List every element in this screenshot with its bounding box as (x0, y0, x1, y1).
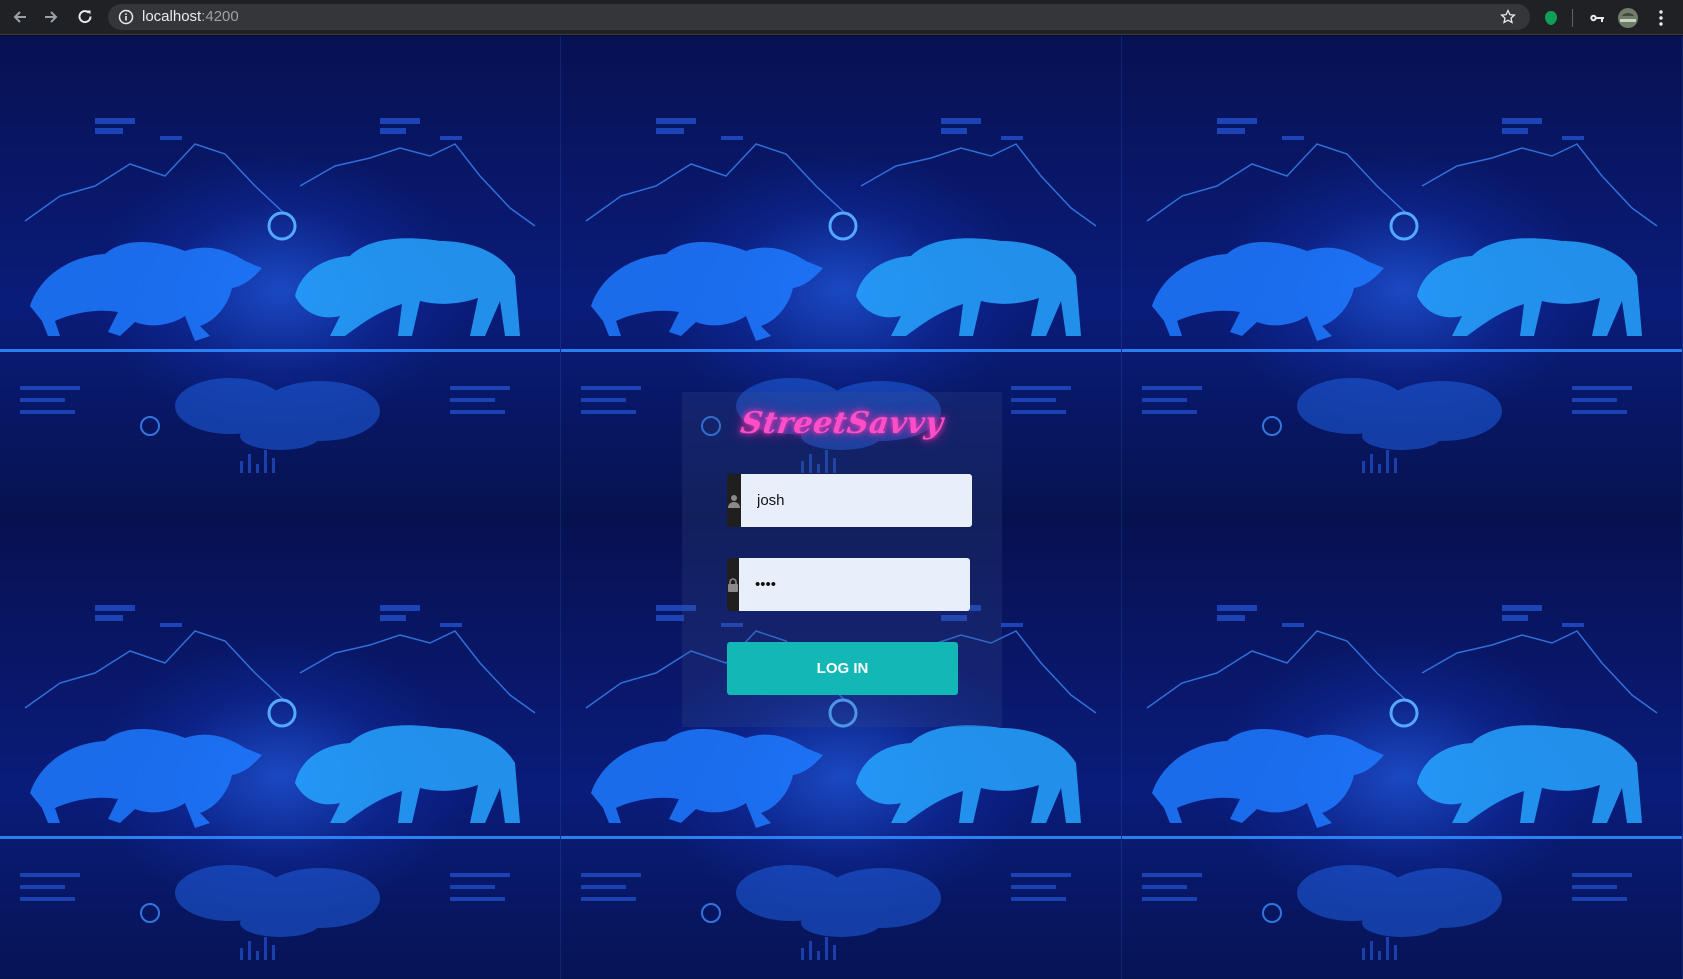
bull-bear-artwork (1122, 605, 1682, 960)
site-info-icon[interactable] (118, 9, 134, 25)
user-icon (728, 494, 740, 508)
bull-bear-artwork (0, 118, 560, 473)
bull-bear-artwork (0, 605, 560, 960)
app-logo: StreetSavvy (738, 406, 946, 441)
back-button[interactable] (9, 6, 31, 28)
profile-avatar-icon (1618, 8, 1638, 28)
forward-arrow-icon (45, 11, 58, 23)
url-port: :4200 (201, 8, 239, 25)
background-tile (1122, 523, 1683, 979)
lock-icon (728, 577, 738, 592)
login-page: StreetSavvy LOG IN (0, 36, 1683, 979)
toolbar-divider (1572, 9, 1573, 27)
kebab-menu-icon (1659, 10, 1663, 26)
login-panel: StreetSavvy LOG IN (682, 392, 1002, 727)
password-icon-box (727, 558, 739, 611)
back-arrow-icon (13, 11, 26, 23)
login-button[interactable]: LOG IN (727, 642, 958, 695)
background-tile (0, 36, 561, 523)
star-icon[interactable] (1500, 9, 1516, 25)
extension-button[interactable] (1540, 7, 1562, 29)
background-tile (0, 523, 561, 979)
url-text[interactable]: localhost:4200 (142, 4, 239, 30)
password-manager-button[interactable] (1586, 7, 1608, 29)
password-input[interactable] (739, 558, 970, 611)
browser-toolbar: localhost:4200 (0, 0, 1683, 35)
password-field (727, 558, 970, 611)
background-tile (1122, 36, 1683, 523)
username-icon-box (727, 474, 741, 527)
address-bar[interactable]: localhost:4200 (108, 4, 1530, 30)
forward-button[interactable] (40, 6, 62, 28)
key-icon (1590, 14, 1604, 22)
bull-bear-artwork (1122, 118, 1682, 473)
browser-menu-button[interactable] (1650, 7, 1672, 29)
reload-icon (78, 10, 92, 24)
green-extension-icon (1545, 11, 1557, 25)
username-field (727, 474, 972, 527)
profile-button[interactable] (1617, 7, 1639, 29)
reload-button[interactable] (74, 6, 96, 28)
username-input[interactable] (741, 474, 972, 527)
url-host: localhost (142, 8, 202, 25)
